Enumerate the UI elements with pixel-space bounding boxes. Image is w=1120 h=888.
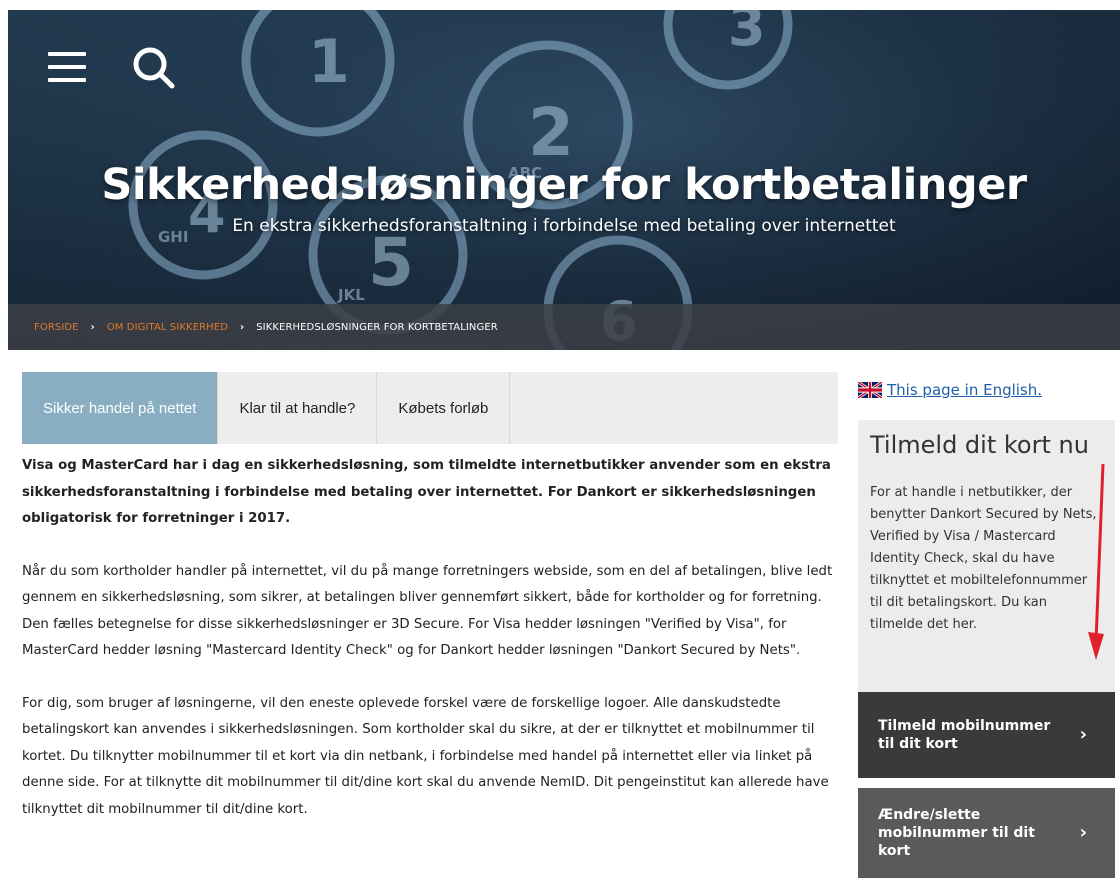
breadcrumb-link-home[interactable]: FORSIDE bbox=[34, 322, 79, 333]
change-mobile-button[interactable]: Ændre/slette mobilnummer til dit kort › bbox=[858, 788, 1115, 878]
sidebar: This page in English. Tilmeld dit kort n… bbox=[858, 378, 1118, 878]
chevron-right-icon: › bbox=[1079, 724, 1087, 745]
page-subtitle: En ekstra sikkerhedsforanstaltning i for… bbox=[232, 216, 896, 236]
hero-banner: 1 2 3 4 5 6 ABC GHI JKL Sikkerhedsløsnin… bbox=[8, 10, 1120, 350]
tab-bar: Sikker handel på nettet Klar til at hand… bbox=[22, 372, 838, 444]
tab-ready-to-shop[interactable]: Klar til at handle? bbox=[218, 372, 378, 444]
lead-paragraph: Visa og MasterCard har i dag en sikkerhe… bbox=[22, 458, 831, 526]
chevron-right-icon: › bbox=[1079, 822, 1087, 843]
menu-icon[interactable] bbox=[48, 52, 86, 84]
breadcrumb-separator: › bbox=[240, 321, 245, 333]
register-mobile-button[interactable]: Tilmeld mobilnummer til dit kort › bbox=[858, 692, 1115, 778]
breadcrumb-link-digital-security[interactable]: OM DIGITAL SIKKERHED bbox=[107, 322, 228, 333]
breadcrumb-separator: › bbox=[90, 321, 95, 333]
breadcrumb-current: SIKKERHEDSLØSNINGER FOR KORTBETALINGER bbox=[256, 321, 498, 333]
article-body: Visa og MasterCard har i dag en sikkerhe… bbox=[22, 453, 838, 823]
signup-box: Tilmeld dit kort nu For at handle i netb… bbox=[858, 420, 1115, 692]
signup-box-title: Tilmeld dit kort nu bbox=[870, 431, 1089, 459]
body-paragraph: Når du som kortholder handler på interne… bbox=[22, 563, 833, 659]
signup-box-text: For at handle i netbutikker, der benytte… bbox=[870, 485, 1097, 632]
main-content: Sikker handel på nettet Klar til at hand… bbox=[22, 372, 838, 823]
page-title: Sikkerhedsløsninger for kortbetalinger bbox=[101, 160, 1027, 210]
uk-flag-icon bbox=[858, 382, 882, 398]
english-page-link[interactable]: This page in English. bbox=[858, 378, 1118, 402]
keypad-letters: JKL bbox=[337, 286, 365, 304]
english-link-label[interactable]: This page in English. bbox=[887, 381, 1042, 399]
breadcrumb: FORSIDE › OM DIGITAL SIKKERHED › SIKKERH… bbox=[8, 304, 1120, 350]
body-paragraph: For dig, som bruger af løsningerne, vil … bbox=[22, 695, 829, 817]
keypad-digit: 1 bbox=[308, 27, 350, 97]
keypad-digit: 3 bbox=[728, 10, 766, 58]
search-icon[interactable] bbox=[130, 44, 176, 90]
register-mobile-label: Tilmeld mobilnummer til dit kort bbox=[878, 718, 1051, 752]
tab-purchase-flow[interactable]: Købets forløb bbox=[377, 372, 511, 444]
change-mobile-label: Ændre/slette mobilnummer til dit kort bbox=[878, 807, 1035, 859]
tab-safe-shopping[interactable]: Sikker handel på nettet bbox=[22, 372, 219, 444]
